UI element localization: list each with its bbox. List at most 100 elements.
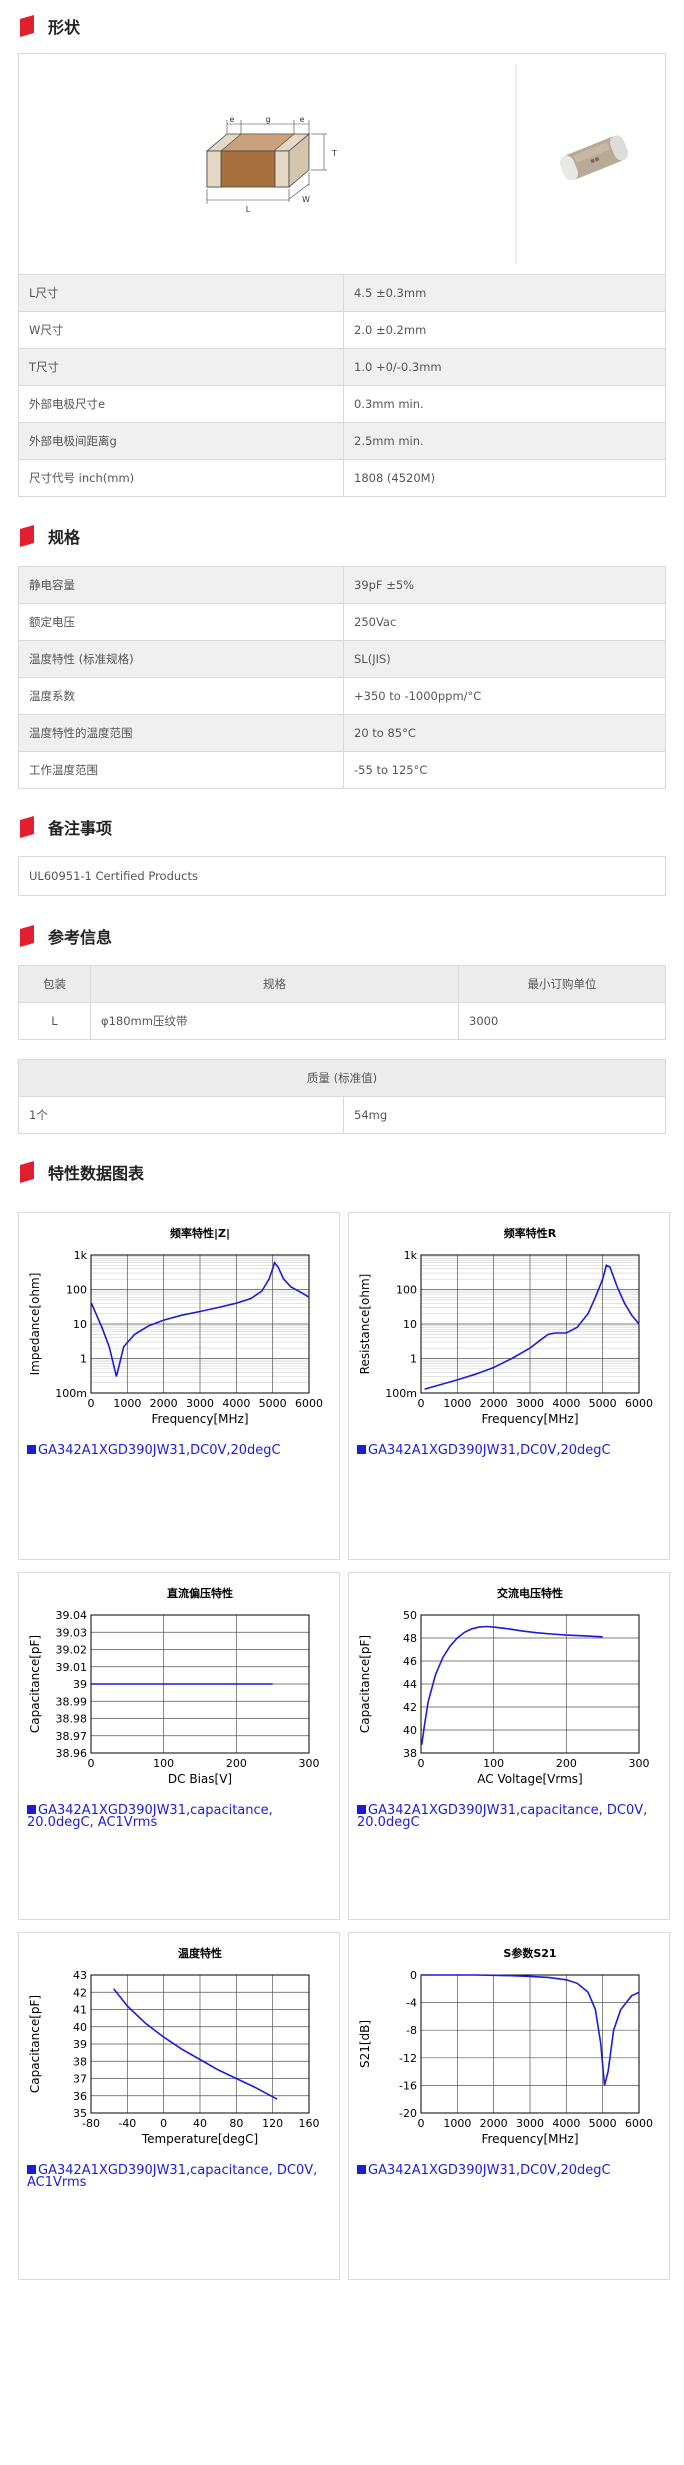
y-tick-label: -20 — [399, 2107, 417, 2120]
spec-table-label: 静电容量 — [18, 566, 344, 604]
dim-t-label: T — [331, 149, 337, 158]
legend-text: GA342A1XGD390JW31,capacitance, DC0V, AC1… — [27, 2163, 318, 2190]
x-axis-label: Frequency[MHz] — [151, 1412, 248, 1426]
y-tick-label: -16 — [399, 2079, 417, 2092]
x-tick-label: 5000 — [589, 2117, 617, 2130]
chart-svg: S参数S21 -20 -16 -12 -8 -4 0 0 1000 2000 3000 4000 500… — [358, 1946, 653, 2146]
chart-panel: 频率特性|Z| 100m 1 10 100 1k 0 1000 2000 3000 4000 5000… — [18, 1212, 340, 1560]
chart-legend: GA342A1XGD390JW31,DC0V,20degC — [357, 1444, 657, 1457]
legend-swatch-icon — [27, 1445, 36, 1454]
x-tick-label: 6000 — [295, 1397, 323, 1410]
y-tick-label: 1k — [74, 1249, 88, 1262]
x-axis-label: Frequency[MHz] — [481, 2132, 578, 2146]
shape-table-row: W尺寸 2.0 ±0.2mm — [18, 311, 666, 349]
mass-cell: 1个 — [18, 1096, 344, 1134]
y-tick-label: 38.98 — [56, 1713, 88, 1726]
chart-panel: S参数S21 -20 -16 -12 -8 -4 0 0 1000 2000 3000 4000 500… — [348, 1932, 670, 2280]
section-flag-icon — [20, 525, 34, 547]
x-tick-label: 160 — [299, 2117, 320, 2130]
y-tick-label: 10 — [403, 1318, 417, 1331]
chart-svg: 交流电压特性 38 40 42 44 46 48 50 0 100 200 300 AC Voltage… — [358, 1586, 650, 1786]
spec-table-value: -55 to 125°C — [343, 751, 666, 789]
chart-title: 直流偏压特性 — [167, 1586, 233, 1600]
notes-text: UL60951-1 Certified Products — [29, 869, 198, 883]
chart-legend: GA342A1XGD390JW31,capacitance, 20.0degC,… — [27, 1803, 327, 1830]
y-tick-label: 39.02 — [56, 1644, 88, 1657]
packaging-header: 包装 — [18, 965, 91, 1003]
spec-table-value: 39pF ±5% — [343, 566, 666, 604]
packaging-cell: L — [18, 1002, 91, 1040]
x-tick-label: 3000 — [186, 1397, 214, 1410]
y-axis-label: Capacitance[pF] — [358, 1635, 372, 1733]
packaging-header: 规格 — [90, 965, 459, 1003]
y-tick-label: 41 — [73, 2004, 87, 2017]
x-tick-label: -40 — [118, 2117, 136, 2130]
spec-table-label: 额定电压 — [18, 603, 344, 641]
legend-text: GA342A1XGD390JW31,capacitance, 20.0degC,… — [27, 1803, 273, 1830]
spec-table-value: SL(JIS) — [343, 640, 666, 678]
shape-table-row: 外部电极间距离g 2.5mm min. — [18, 422, 666, 460]
section-flag-icon — [20, 1161, 34, 1183]
dim-e-label: e — [230, 115, 235, 124]
spec-table-value: 20 to 85°C — [343, 714, 666, 752]
y-tick-label: 100m — [55, 1387, 87, 1400]
x-axis-label: Frequency[MHz] — [481, 1412, 578, 1426]
section-header-spec: 规格 — [18, 524, 80, 548]
section-title: 规格 — [48, 528, 81, 547]
x-tick-label: 5000 — [589, 1397, 617, 1410]
spec-table-label: 温度特性的温度范围 — [18, 714, 344, 752]
x-tick-label: 6000 — [625, 1397, 653, 1410]
packaging-table: 包装 规格 最小订购单位 L φ180mm压纹带 3000 — [18, 965, 666, 1040]
chart-title: 温度特性 — [178, 1946, 222, 1960]
section-flag-icon — [20, 925, 34, 947]
section-header-reference: 参考信息 — [18, 924, 112, 948]
x-tick-label: 300 — [299, 1757, 320, 1770]
y-axis-label: Capacitance[pF] — [28, 1995, 42, 2093]
section-header-shape: 形状 — [18, 14, 80, 38]
chart-legend: GA342A1XGD390JW31,DC0V,20degC — [357, 2164, 657, 2177]
shape-table-label: 尺寸代号 inch(mm) — [18, 459, 344, 497]
notes-box: UL60951-1 Certified Products — [18, 856, 666, 896]
legend-swatch-icon — [357, 1445, 366, 1454]
x-tick-label: 6000 — [625, 2117, 653, 2130]
shape-table-value: 1808 (4520M) — [343, 459, 666, 497]
shape-table-value: 4.5 ±0.3mm — [343, 274, 666, 312]
x-tick-label: 2000 — [150, 1397, 178, 1410]
chart-panel: 交流电压特性 38 40 42 44 46 48 50 0 100 200 300 AC Voltage… — [348, 1572, 670, 1920]
chart-legend: GA342A1XGD390JW31,capacitance, DC0V, AC1… — [27, 2163, 327, 2190]
x-tick-label: 80 — [229, 2117, 243, 2130]
x-tick-label: 120 — [262, 2117, 283, 2130]
legend-swatch-icon — [357, 1805, 366, 1814]
y-tick-label: 38 — [73, 2055, 87, 2068]
x-tick-label: 0 — [418, 1757, 425, 1770]
x-tick-label: 0 — [160, 2117, 167, 2130]
x-tick-label: 100 — [483, 1757, 504, 1770]
y-axis-label: Resistance[ohm] — [358, 1274, 372, 1375]
spec-table-row: 温度特性的温度范围 20 to 85°C — [18, 714, 666, 752]
section-header-charts: 特性数据图表 — [18, 1160, 144, 1184]
section-flag-icon — [20, 15, 34, 37]
chart-panel: 直流偏压特性 38.96 38.97 38.98 38.99 39 39.01 39.02 39… — [18, 1572, 340, 1920]
y-tick-label: 39.03 — [56, 1626, 88, 1639]
chip-photo-icon: ▪▪ — [559, 135, 629, 181]
chart-svg: 频率特性|Z| 100m 1 10 100 1k 0 1000 2000 3000 4000 5000… — [28, 1226, 323, 1426]
dim-g-label: g — [265, 115, 270, 124]
y-tick-label: -12 — [399, 2052, 417, 2065]
shape-table-label: W尺寸 — [18, 311, 344, 349]
dim-l-label: L — [246, 205, 251, 214]
chart-title: 交流电压特性 — [497, 1586, 563, 1600]
chip-dimension-drawing-icon: e g e T W L — [205, 115, 337, 214]
x-tick-label: 40 — [193, 2117, 207, 2130]
x-tick-label: 3000 — [516, 2117, 544, 2130]
x-tick-label: 5000 — [259, 1397, 287, 1410]
y-tick-label: 46 — [403, 1655, 417, 1668]
shape-table-label: 外部电极尺寸e — [18, 385, 344, 423]
x-tick-label: 0 — [418, 2117, 425, 2130]
legend-swatch-icon — [27, 1805, 36, 1814]
y-tick-label: 10 — [73, 1318, 87, 1331]
y-tick-label: 39 — [73, 1678, 87, 1691]
spec-table-label: 温度系数 — [18, 677, 344, 715]
x-axis-label: Temperature[degC] — [141, 2132, 258, 2146]
shape-table-row: 外部电极尺寸e 0.3mm min. — [18, 385, 666, 423]
x-tick-label: 4000 — [222, 1397, 250, 1410]
